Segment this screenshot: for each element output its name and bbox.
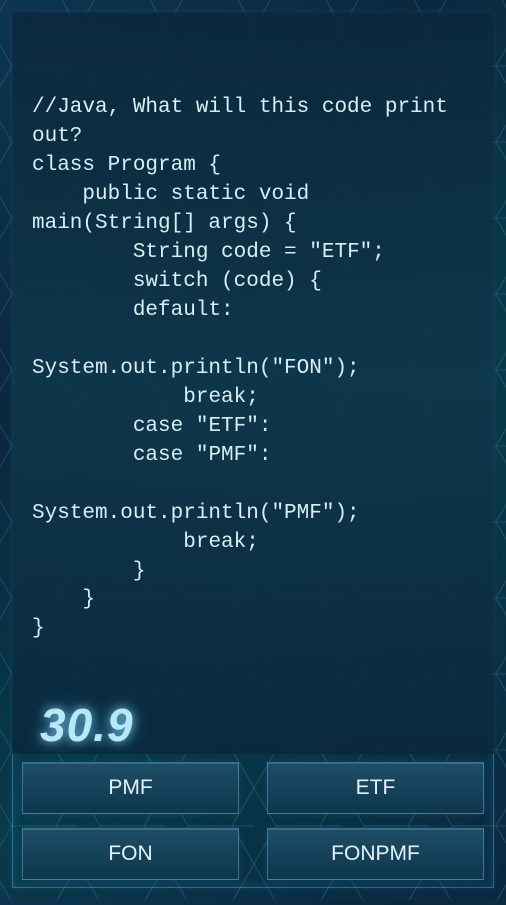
question-panel: //Java, What will this code print out? c… bbox=[12, 12, 494, 754]
answer-grid: PMF ETF FON FONPMF bbox=[22, 762, 484, 880]
answer-option-4[interactable]: FONPMF bbox=[267, 828, 484, 880]
answer-option-1[interactable]: PMF bbox=[22, 762, 239, 814]
timer-display: 30.9 bbox=[40, 698, 134, 752]
question-code: //Java, What will this code print out? c… bbox=[32, 94, 474, 644]
answer-option-3[interactable]: FON bbox=[22, 828, 239, 880]
answer-option-2[interactable]: ETF bbox=[267, 762, 484, 814]
